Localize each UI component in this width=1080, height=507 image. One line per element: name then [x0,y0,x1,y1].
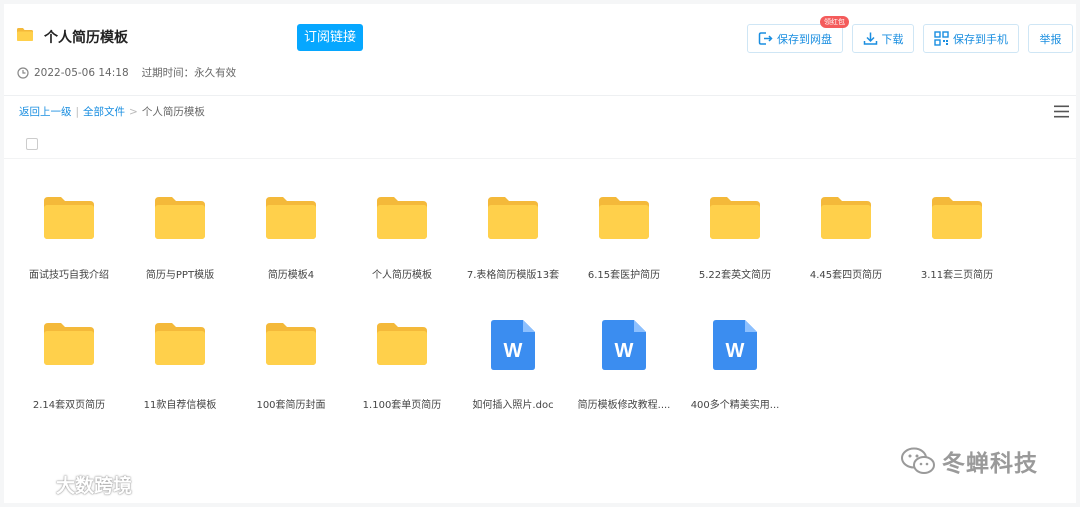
folder-item[interactable]: 个人简历模板 [352,197,452,281]
save-to-phone-label: 保存到手机 [953,32,1008,46]
red-packet-badge[interactable]: 领红包 [820,16,849,28]
file-name: 简历模板4 [267,270,315,281]
file-name: 4.45套四页简历 [809,270,883,281]
qrcode-icon [934,31,949,46]
share-datetime: 2022-05-06 14:18 [34,66,129,79]
folder-icon [821,197,871,239]
folder-item[interactable]: 简历与PPT模版 [130,197,230,281]
word-doc-icon: W [491,320,535,370]
file-name: 1.100套单页简历 [362,400,442,411]
file-name: 5.22套英文简历 [698,270,772,281]
file-name: 2.14套双页简历 [32,400,106,411]
netdisk-icon [758,32,773,45]
folder-icon [155,197,205,239]
word-doc-icon: W [602,320,646,370]
folder-icon [44,323,94,365]
folder-item[interactable]: 3.11套三页简历 [907,197,1007,281]
expiry-text: 过期时间：永久有效 [141,67,237,79]
folder-icon [377,323,427,365]
file-name: 简历与PPT模版 [145,270,215,281]
file-name: 个人简历模板 [372,270,432,281]
file-name: 100套简历封面 [256,400,326,411]
breadcrumb-back-link[interactable]: 返回上一级 [19,104,72,119]
share-meta: 2022-05-06 14:18 过期时间：永久有效 [17,65,236,80]
breadcrumb: 返回上一级 | 全部文件 > 个人简历模板 [19,104,205,119]
divider [4,158,1076,159]
download-icon [863,32,877,45]
folder-item[interactable]: 1.100套单页简历 [352,323,452,411]
folder-icon [44,197,94,239]
clock-icon [17,66,29,79]
folder-item[interactable]: 7.表格简历模版13套 [463,197,563,281]
file-name: 简历模板修改教程.... [577,400,671,411]
watermark-left-text: 大数跨境 [56,474,133,497]
folder-item[interactable]: 6.15套医护简历 [574,197,674,281]
folder-icon [155,323,205,365]
folder-icon [932,197,982,239]
file-name: 6.15套医护简历 [587,270,661,281]
subscribe-button[interactable]: 订阅链接 [297,24,363,51]
folder-item[interactable]: 11款自荐信模板 [130,323,230,411]
share-page: 个人简历模板 订阅链接 2022-05-06 14:18 过期时间：永久有效 保… [4,4,1076,503]
word-doc-icon: W [713,320,757,370]
report-button[interactable]: 举报 [1028,24,1073,53]
folder-item[interactable]: 5.22套英文简历 [685,197,785,281]
file-name: 面试技巧自我介绍 [29,270,109,281]
folder-icon [17,28,33,41]
folder-item[interactable]: 2.14套双页简历 [19,323,119,411]
file-name: 11款自荐信模板 [143,400,217,411]
download-label: 下载 [881,32,904,46]
file-name: 如何插入照片.doc [472,400,554,411]
folder-icon [377,197,427,239]
file-item[interactable]: W 如何插入照片.doc [463,320,563,411]
select-all-checkbox[interactable] [26,138,38,150]
folder-icon [710,197,760,239]
folder-item[interactable]: 简历模板4 [241,197,341,281]
folder-icon [266,323,316,365]
download-button[interactable]: 下载 [852,24,914,53]
report-label: 举报 [1039,32,1062,46]
watermark-right-text: 冬蝉科技 [942,451,1038,477]
save-to-phone-button[interactable]: 保存到手机 [923,24,1019,53]
save-to-netdisk-button[interactable]: 保存到网盘 [747,24,843,53]
doc-letter: W [504,340,523,362]
file-name: 3.11套三页简历 [920,270,994,281]
folder-icon [266,197,316,239]
save-to-netdisk-label: 保存到网盘 [777,32,832,46]
watermark-left: 大数跨境 [6,470,132,498]
file-item[interactable]: W 简历模板修改教程.... [574,320,674,411]
watermark-right: 冬蝉科技 [900,444,1038,478]
menu-icon[interactable] [1054,105,1069,118]
brand-logo-icon [8,472,45,496]
folder-icon [488,197,538,239]
breadcrumb-separator: > [129,105,138,118]
page-title: 个人简历模板 [44,30,128,46]
breadcrumb-separator: | [75,105,80,118]
file-name: 400多个精美实用... [690,400,780,411]
doc-letter: W [615,340,634,362]
file-item[interactable]: W 400多个精美实用... [685,320,785,411]
share-header: 个人简历模板 订阅链接 2022-05-06 14:18 过期时间：永久有效 保… [4,4,1076,96]
breadcrumb-current: 个人简历模板 [141,106,205,118]
doc-letter: W [726,340,745,362]
folder-icon [599,197,649,239]
wechat-icon [901,447,935,474]
folder-item[interactable]: 100套简历封面 [241,323,341,411]
breadcrumb-all-files-link[interactable]: 全部文件 [83,104,125,119]
folder-item[interactable]: 面试技巧自我介绍 [19,197,119,281]
file-name: 7.表格简历模版13套 [466,270,560,281]
folder-item[interactable]: 4.45套四页简历 [796,197,896,281]
